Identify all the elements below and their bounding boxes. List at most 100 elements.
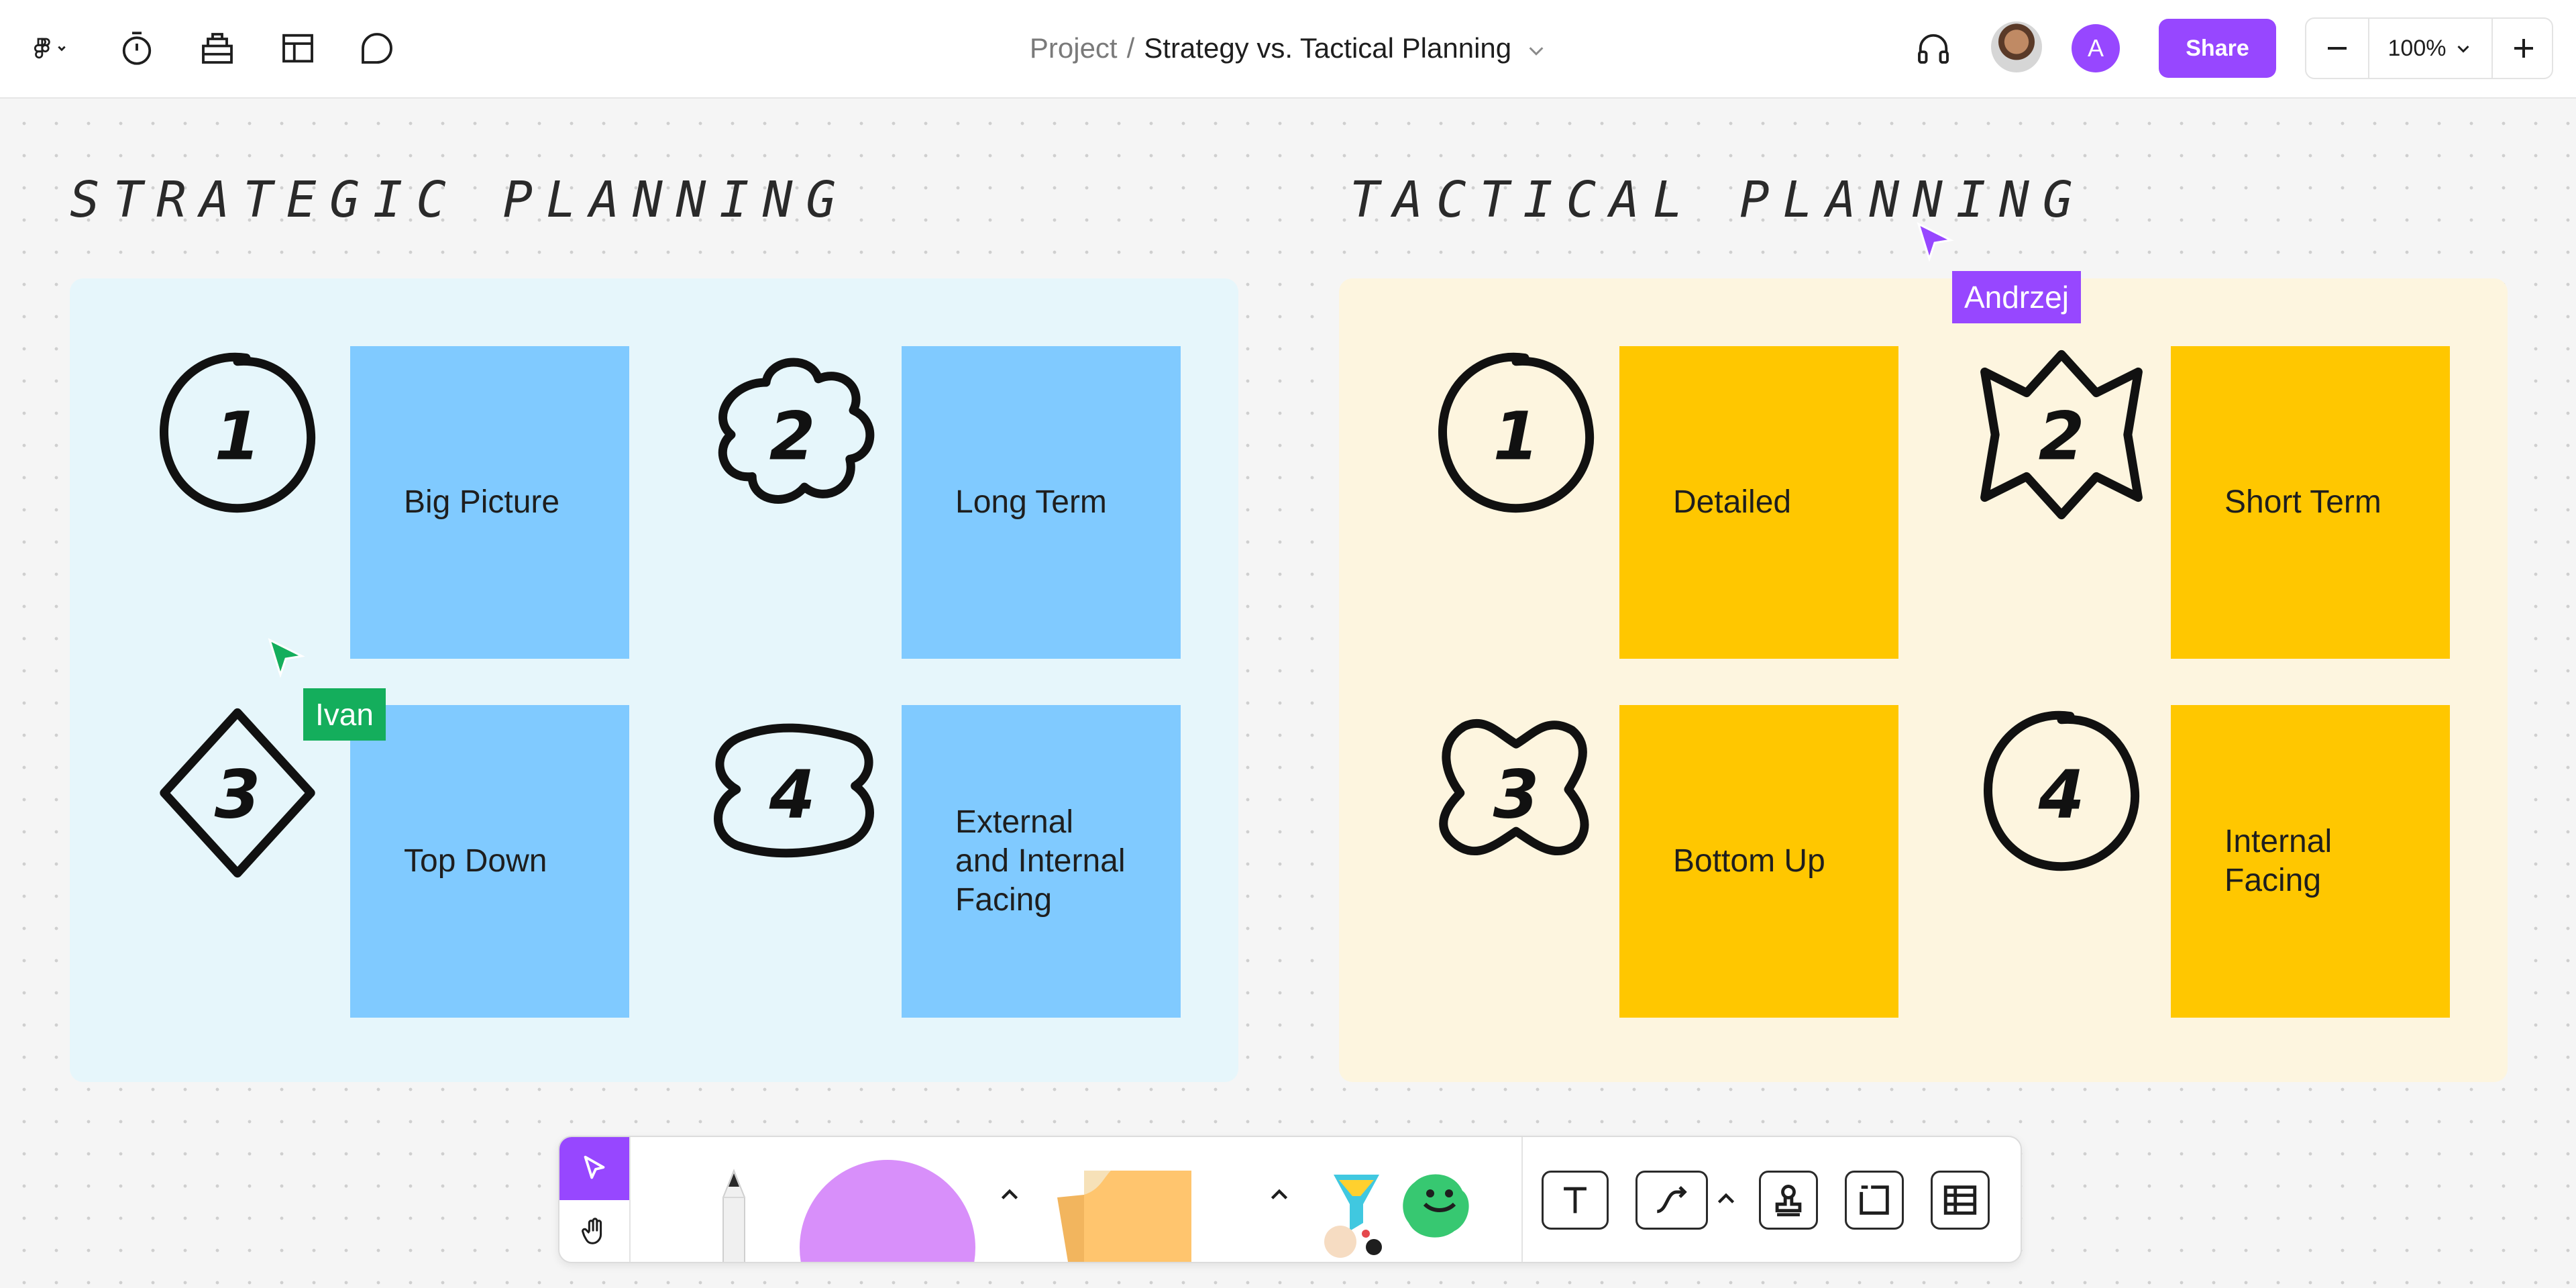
stamp-icon — [1775, 1185, 1802, 1217]
minus-icon — [2328, 47, 2347, 50]
sticky-text: Detailed — [1673, 484, 1792, 520]
sticky-text: Big Picture — [404, 484, 560, 520]
sticky-text: Bottom Up — [1673, 843, 1825, 879]
text-tool[interactable] — [1542, 1171, 1609, 1230]
sticky-note[interactable]: External and Internal Facing — [902, 705, 1181, 1018]
stickers-icon[interactable] — [1320, 1164, 1521, 1263]
section-tool[interactable] — [1845, 1171, 1904, 1230]
sticky-note[interactable]: Detailed — [1619, 346, 1898, 659]
sticky-text: External and Internal Facing — [955, 804, 1126, 918]
number-badge-1[interactable]: 1 — [150, 347, 325, 522]
plus-icon — [2514, 39, 2533, 58]
badge-number: 3 — [215, 756, 261, 833]
circle-shape: 4 — [1984, 710, 2140, 871]
sticky-note[interactable]: Top Down — [350, 705, 629, 1018]
library-button[interactable] — [193, 24, 241, 72]
figma-menu-icon — [34, 38, 66, 59]
breadcrumb-separator: / — [1126, 32, 1135, 64]
share-button[interactable]: Share — [2159, 19, 2276, 78]
badge-number: 4 — [769, 756, 816, 833]
zigzag-shape: 2 — [1980, 350, 2143, 520]
cloud-shape: 2 — [718, 358, 875, 504]
sticky-note[interactable]: Short Term — [2171, 346, 2450, 659]
strategic-title[interactable]: STRATEGIC PLANNING — [70, 171, 849, 229]
tactical-section[interactable]: 1 Detailed 2 Short Term 3 Bottom Up 4 In… — [1339, 278, 2508, 1082]
comment-icon — [362, 33, 392, 64]
number-badge-3[interactable]: 3 — [150, 706, 325, 880]
avatar[interactable]: A — [2072, 24, 2120, 72]
tactical-title[interactable]: TACTICAL PLANNING — [1350, 171, 2086, 229]
divider — [629, 1137, 631, 1262]
layout-button[interactable] — [274, 24, 322, 72]
hand-icon — [582, 1218, 602, 1244]
sticky-text: Internal Facing — [2224, 824, 2332, 898]
badge-number: 1 — [215, 398, 261, 475]
pointer-icon — [584, 1155, 605, 1179]
divider — [1521, 1137, 1523, 1262]
shape-tool[interactable] — [800, 1160, 975, 1262]
number-badge-4[interactable]: 4 — [1974, 706, 2149, 880]
zoom-in-button[interactable] — [2493, 19, 2555, 78]
collaborator-cursor-icon — [1917, 222, 1954, 262]
sticky-text: Top Down — [404, 843, 547, 879]
zoom-control: 100% — [2305, 17, 2553, 79]
number-badge-2[interactable]: 2 — [705, 347, 879, 522]
collaborator-label: Ivan — [303, 688, 386, 741]
chevron-up-icon[interactable] — [998, 1184, 1021, 1207]
stamp-tool[interactable] — [1759, 1171, 1818, 1230]
zoom-out-button[interactable] — [2306, 19, 2368, 78]
badge-number: 2 — [2039, 398, 2085, 475]
sticky-note[interactable]: Internal Facing — [2171, 705, 2450, 1018]
badge-number: 4 — [2038, 756, 2085, 833]
chevron-down-icon — [2457, 45, 2470, 53]
connector-tool[interactable] — [1635, 1171, 1708, 1230]
strategic-section[interactable]: 1 Big Picture 2 Long Term 3 Top Down 4 E… — [70, 278, 1238, 1082]
number-badge-1[interactable]: 1 — [1429, 347, 1603, 522]
connector-icon — [1656, 1185, 1687, 1214]
sticky-text: Short Term — [2224, 484, 2381, 520]
badge-number: 3 — [1493, 756, 1540, 833]
timer-icon — [122, 32, 152, 65]
sticky-note[interactable]: Long Term — [902, 346, 1181, 659]
chevron-down-icon[interactable] — [1526, 40, 1546, 60]
hand-tool[interactable] — [559, 1200, 629, 1262]
avatar-photo[interactable] — [1991, 21, 2042, 72]
zoom-level: 100% — [2387, 35, 2447, 61]
main-menu-button[interactable] — [20, 24, 85, 72]
badge-number: 2 — [769, 398, 816, 475]
sticky-note[interactable]: Bottom Up — [1619, 705, 1898, 1018]
badge-number: 1 — [1493, 398, 1540, 475]
sticky-text: Long Term — [955, 484, 1107, 520]
text-icon — [1564, 1187, 1587, 1214]
layout-icon — [282, 34, 313, 63]
timer-button[interactable] — [113, 24, 161, 72]
number-badge-2[interactable]: 2 — [1974, 347, 2149, 522]
marker-icon[interactable] — [694, 1157, 774, 1263]
table-icon — [1943, 1185, 1977, 1215]
top-bar: Project / Strategy vs. Tactical Planning A… — [0, 0, 2576, 99]
sticky-note[interactable]: Big Picture — [350, 346, 629, 659]
section-icon — [1860, 1185, 1889, 1215]
circle-shape: 1 — [160, 352, 316, 513]
chevron-up-icon[interactable] — [1268, 1184, 1291, 1207]
breadcrumb-project[interactable]: Project — [1030, 32, 1118, 64]
table-tool[interactable] — [1931, 1171, 1990, 1230]
comment-button[interactable] — [353, 24, 401, 72]
select-tool[interactable] — [559, 1137, 629, 1200]
sticky-note-icon[interactable] — [1044, 1157, 1245, 1263]
blob-shape: 4 — [714, 723, 874, 858]
headphones-icon — [1918, 34, 1949, 64]
cross-blob-shape: 3 — [1439, 718, 1589, 856]
number-badge-3[interactable]: 3 — [1429, 706, 1603, 880]
collaborator-label: Andrzej — [1952, 271, 2081, 323]
audio-chat-button[interactable] — [1909, 24, 1957, 72]
library-icon — [202, 33, 233, 64]
zoom-level-dropdown[interactable]: 100% — [2368, 19, 2491, 78]
bottom-toolbar — [558, 1136, 2022, 1263]
file-title[interactable]: Strategy vs. Tactical Planning — [1144, 32, 1511, 64]
diamond-shape: 3 — [160, 708, 315, 878]
circle-shape: 1 — [1438, 352, 1595, 513]
collaborator-cursor-icon — [268, 638, 305, 678]
number-badge-4[interactable]: 4 — [705, 706, 879, 880]
chevron-up-icon[interactable] — [1715, 1188, 1737, 1211]
